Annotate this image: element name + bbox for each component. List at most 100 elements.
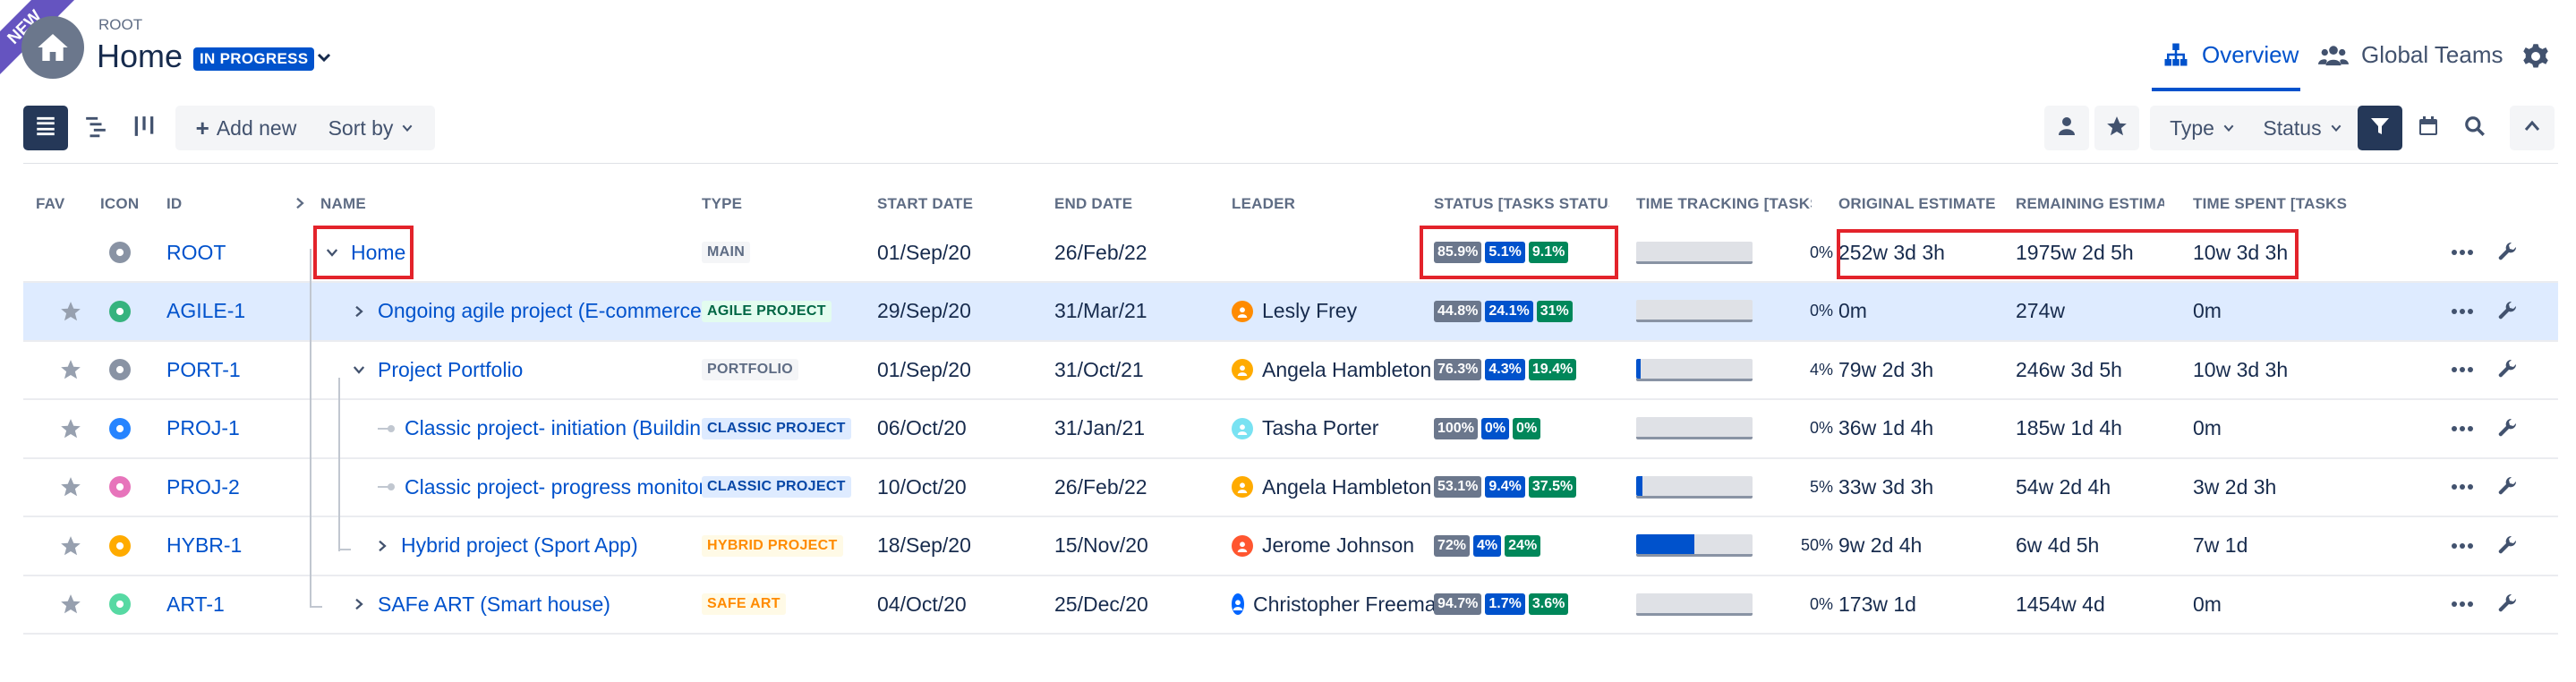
item-name-link[interactable]: SAFe ART (Smart house)	[378, 575, 707, 633]
table-row[interactable]: PROJ-1 Classic project- initiation (Build…	[23, 400, 2558, 459]
type-badge: CLASSIC PROJECT	[702, 417, 851, 439]
status-done-percent: 19.4%	[1528, 359, 1577, 380]
column-remaining-estimate[interactable]: REMAINING ESTIMAT	[2016, 195, 2164, 213]
end-date: 31/Mar/21	[1054, 299, 1147, 322]
wrench-icon[interactable]	[2497, 224, 2524, 281]
sort-by-button[interactable]: Sort by	[308, 106, 435, 150]
time-spent: 0m	[2193, 299, 2222, 322]
leader-cell[interactable]: Angela Hambleton	[1232, 458, 1443, 516]
item-name-link[interactable]: Classic project- initiation (Building	[405, 400, 707, 457]
remaining-estimate: 246w 3d 5h	[2016, 357, 2122, 381]
column-icon[interactable]: ICON	[100, 195, 139, 213]
table-row[interactable]: PORT-1 Project Portfolio PORTFOLIO 01/Sep/2…	[23, 341, 2558, 400]
leader-name: Lesly Frey	[1262, 299, 1358, 322]
more-actions-icon[interactable]	[2451, 283, 2478, 340]
avatar	[1232, 359, 1253, 380]
column-time-tracking[interactable]: TIME TRACKING [TASKS	[1636, 195, 1812, 213]
wrench-icon[interactable]	[2497, 400, 2524, 457]
table-row[interactable]: PROJ-2 Classic project- progress monitori…	[23, 458, 2558, 517]
leader-cell[interactable]: Tasha Porter	[1232, 400, 1443, 457]
expand-toggle-icon[interactable]	[351, 341, 376, 398]
collapse-button[interactable]	[2510, 106, 2555, 150]
calendar-button[interactable]	[2406, 106, 2451, 150]
wrench-icon[interactable]	[2497, 283, 2524, 340]
tab-overview[interactable]: Overview	[2162, 41, 2299, 93]
people-icon	[2318, 41, 2349, 74]
table-row[interactable]: AGILE-1 Ongoing agile project (E-commerce…	[23, 282, 2558, 342]
item-id-link[interactable]: PROJ-1	[166, 400, 292, 457]
item-id-link[interactable]: PROJ-2	[166, 458, 292, 516]
item-id-link[interactable]: ART-1	[166, 575, 292, 633]
status-done-percent: 24%	[1505, 534, 1541, 557]
start-date: 01/Sep/20	[877, 357, 971, 381]
expand-toggle-icon[interactable]	[351, 575, 376, 633]
type-filter-dropdown[interactable]: Type	[2150, 106, 2256, 150]
more-actions-icon[interactable]	[2451, 341, 2478, 398]
favorite-star-icon[interactable]	[59, 575, 86, 633]
more-actions-icon[interactable]	[2451, 224, 2478, 281]
item-name-link[interactable]: Ongoing agile project (E-commerce p	[378, 283, 707, 340]
status-in-progress-percent: 24.1%	[1485, 300, 1533, 322]
item-id-link[interactable]: ROOT	[166, 224, 292, 281]
column-original-estimate[interactable]: ORIGINAL ESTIMATE	[1838, 195, 1996, 213]
more-actions-icon[interactable]	[2451, 400, 2478, 457]
item-id-link[interactable]: PORT-1	[166, 341, 292, 398]
column-status[interactable]: STATUS [TASKS STATUS	[1434, 195, 1609, 213]
page-title: Home	[97, 38, 183, 74]
more-actions-icon[interactable]	[2451, 517, 2478, 575]
time-tracking-bar	[1636, 358, 1753, 381]
item-name-link[interactable]: Hybrid project (Sport App)	[401, 517, 707, 575]
tab-global-teams[interactable]: Global Teams	[2318, 41, 2503, 74]
column-end-date[interactable]: END DATE	[1054, 195, 1132, 213]
chevron-down-icon[interactable]	[313, 47, 335, 72]
wrench-icon[interactable]	[2497, 458, 2524, 516]
more-actions-icon[interactable]	[2451, 575, 2478, 633]
expand-toggle-icon[interactable]	[351, 283, 376, 340]
leader-name: Angela Hambleton	[1262, 474, 1432, 499]
column-leader[interactable]: LEADER	[1232, 195, 1295, 213]
item-name-link[interactable]: Project Portfolio	[378, 341, 707, 398]
column-time-spent[interactable]: TIME SPENT [TASKS	[2193, 195, 2347, 213]
board-view-button[interactable]	[122, 106, 166, 150]
filter-button[interactable]	[2358, 106, 2402, 150]
wrench-icon[interactable]	[2497, 341, 2524, 398]
leader-cell[interactable]: Christopher Freeman	[1232, 575, 1443, 633]
favorite-star-icon[interactable]	[59, 283, 86, 340]
status-todo-percent: 76.3%	[1434, 359, 1482, 380]
gear-icon[interactable]	[2522, 43, 2549, 74]
favorite-star-icon[interactable]	[59, 517, 86, 575]
leader-name: Angela Hambleton	[1262, 357, 1432, 381]
favorites-button[interactable]	[2094, 106, 2139, 150]
status-badge[interactable]: IN PROGRESS	[193, 47, 315, 71]
column-type[interactable]: TYPE	[702, 195, 742, 213]
expand-toggle-icon[interactable]	[374, 517, 399, 575]
leader-cell[interactable]: Jerome Johnson	[1232, 517, 1443, 575]
more-actions-icon[interactable]	[2451, 458, 2478, 516]
tree-view-button[interactable]	[73, 106, 118, 150]
table-row[interactable]: HYBR-1 Hybrid project (Sport App) HYBRID P…	[23, 517, 2558, 576]
leader-cell[interactable]: Angela Hambleton	[1232, 341, 1443, 398]
time-tracking-bar-fill	[1636, 534, 1694, 554]
breadcrumb[interactable]: ROOT	[98, 16, 142, 34]
table-row[interactable]: ART-1 SAFe ART (Smart house) SAFE ART 04/Oc…	[23, 575, 2558, 635]
status-filter-dropdown[interactable]: Status	[2243, 106, 2363, 150]
list-view-button[interactable]	[23, 106, 68, 150]
add-new-button[interactable]: + Add new	[175, 106, 317, 150]
my-items-button[interactable]	[2044, 106, 2089, 150]
leader-cell[interactable]: Lesly Frey	[1232, 283, 1443, 340]
favorite-star-icon[interactable]	[59, 341, 86, 398]
expand-all-toggle[interactable]	[292, 195, 308, 216]
item-id-link[interactable]: AGILE-1	[166, 283, 292, 340]
column-start-date[interactable]: START DATE	[877, 195, 973, 213]
wrench-icon[interactable]	[2497, 575, 2524, 633]
search-button[interactable]	[2452, 106, 2497, 150]
column-name[interactable]: NAME	[320, 195, 366, 213]
wrench-icon[interactable]	[2497, 517, 2524, 575]
column-fav[interactable]: FAV	[36, 195, 64, 213]
column-id[interactable]: ID	[166, 195, 182, 213]
time-tracking-bar	[1636, 241, 1753, 264]
item-name-link[interactable]: Classic project- progress monitoring	[405, 458, 707, 516]
item-id-link[interactable]: HYBR-1	[166, 517, 292, 575]
favorite-star-icon[interactable]	[59, 400, 86, 457]
favorite-star-icon[interactable]	[59, 458, 86, 516]
